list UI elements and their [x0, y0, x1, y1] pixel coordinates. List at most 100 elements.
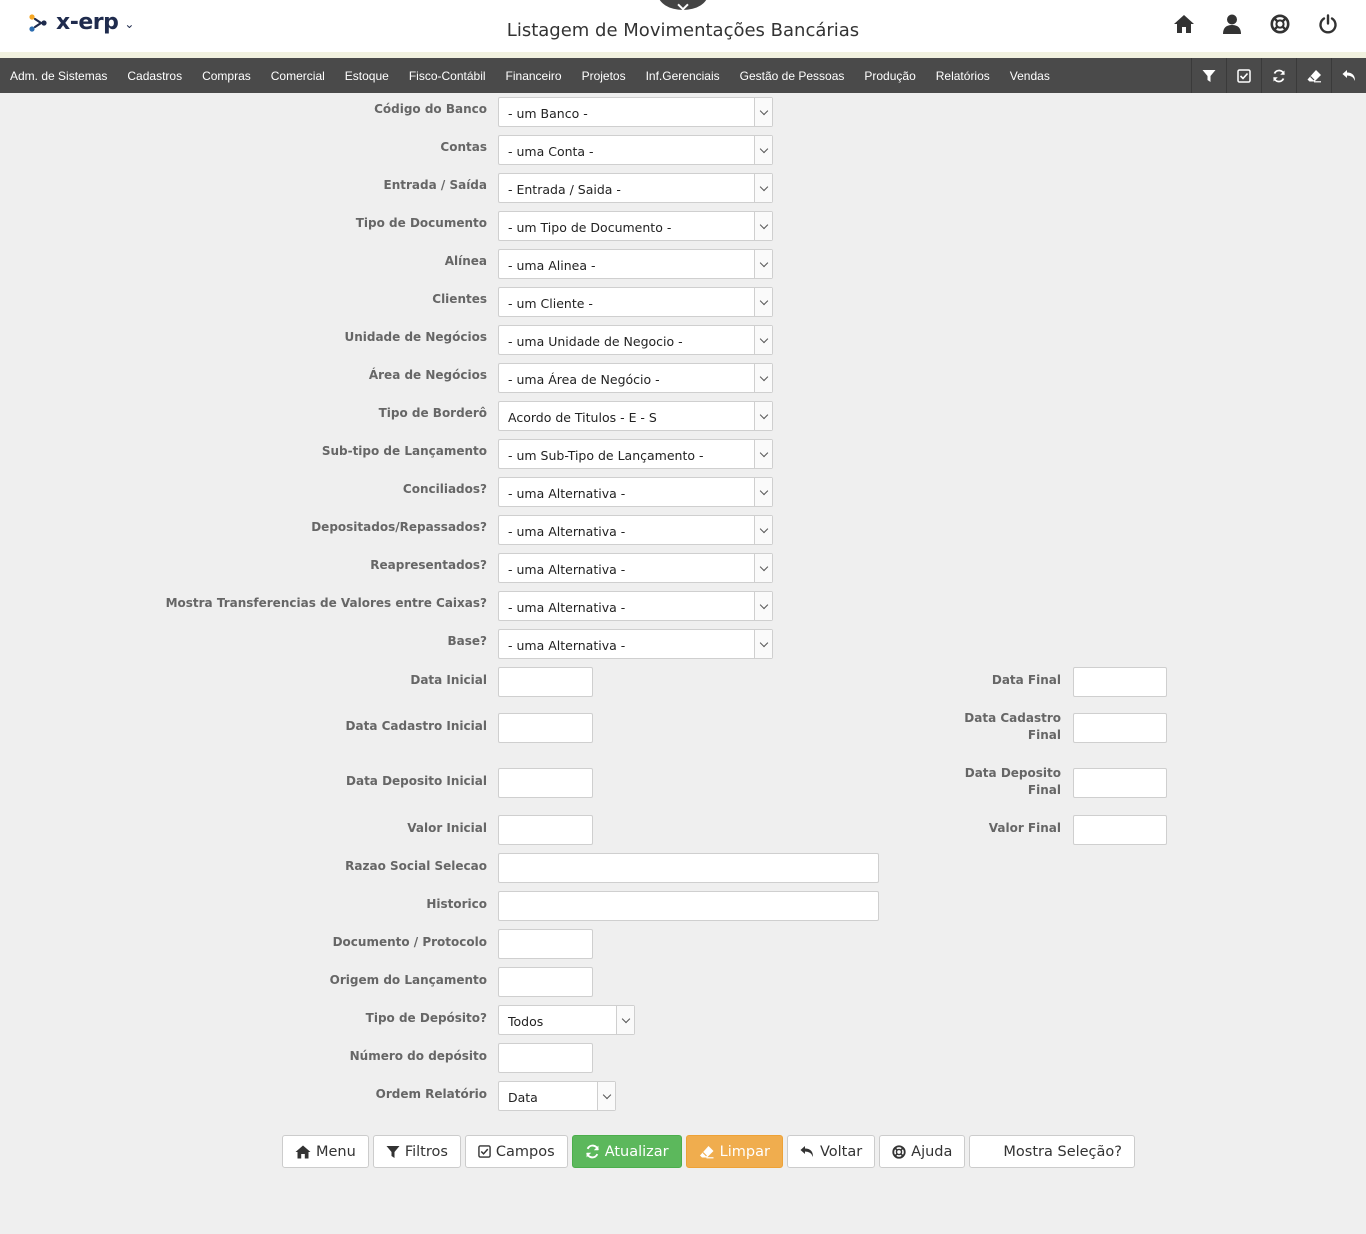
menu-item-producao[interactable]: Produção	[864, 69, 915, 83]
origem-input[interactable]	[498, 967, 593, 997]
atualizar-button[interactable]: Atualizar	[571, 1135, 682, 1168]
select-label: Tipo de Documento	[355, 216, 487, 230]
label-data-final: Data Final	[991, 673, 1061, 687]
select-row: Entrada / Saída - Entrada / Saida -	[0, 173, 1366, 205]
filter-select[interactable]: - uma Área de Negócio -	[498, 363, 773, 393]
menu-item-inf-gerenciais[interactable]: Inf.Gerenciais	[646, 69, 720, 83]
ordem-relatorio-select[interactable]: Data	[498, 1081, 616, 1111]
mostra-selecao-button[interactable]: Mostra Seleção?	[969, 1135, 1135, 1168]
filter-select[interactable]: - uma Unidade de Negocio -	[498, 325, 773, 355]
label-line: Final	[1027, 728, 1061, 742]
select-row: Mostra Transferencias de Valores entre C…	[0, 591, 1366, 623]
ajuda-button[interactable]: Ajuda	[879, 1135, 966, 1168]
select-value: Todos	[508, 1014, 544, 1029]
filter-select[interactable]: - um Sub-Tipo de Lançamento -	[498, 439, 773, 469]
select-label: Contas	[440, 140, 487, 154]
row-data-cadastro: Data Cadastro Inicial Data Cadastro Final	[0, 711, 1366, 745]
select-value: - um Banco -	[508, 106, 588, 121]
label-data-inicial: Data Inicial	[410, 673, 487, 687]
razao-social-input[interactable]	[498, 853, 879, 883]
select-value: - uma Alternativa -	[508, 524, 626, 539]
select-label: Sub-tipo de Lançamento	[321, 444, 487, 458]
chevron-down-icon	[616, 1006, 634, 1034]
historico-input[interactable]	[498, 891, 879, 921]
numero-deposito-input[interactable]	[498, 1043, 593, 1073]
filter-select[interactable]: Acordo de Titulos - E - S	[498, 401, 773, 431]
select-row: Conciliados? - uma Alternativa -	[0, 477, 1366, 509]
button-label: Campos	[495, 1143, 555, 1160]
select-row: Unidade de Negócios - uma Unidade de Nego…	[0, 325, 1366, 357]
select-row: Área de Negócios - uma Área de Negócio -	[0, 363, 1366, 395]
select-value: - uma Alternativa -	[508, 638, 626, 653]
data-deposito-inicial-input[interactable]	[498, 768, 593, 798]
checkbox-icon	[478, 1145, 491, 1158]
filter-select[interactable]: - uma Alternativa -	[498, 477, 773, 507]
chevron-down-icon	[754, 174, 772, 202]
menu-item-estoque[interactable]: Estoque	[345, 69, 389, 83]
button-label: Atualizar	[604, 1143, 669, 1160]
row-data-inicial: Data Inicial Data Final	[0, 667, 1366, 699]
select-label: Conciliados?	[402, 482, 487, 496]
button-label: Filtros	[404, 1143, 448, 1160]
chevron-down-icon	[754, 136, 772, 164]
user-icon[interactable]	[1220, 12, 1244, 36]
label-line: Data Cadastro	[964, 711, 1061, 725]
filter-select[interactable]: - uma Alternativa -	[498, 629, 773, 659]
label-numero-deposito: Número do depósito	[349, 1049, 487, 1063]
documento-input[interactable]	[498, 929, 593, 959]
label-historico: Historico	[426, 897, 487, 911]
menu-button[interactable]: Menu	[282, 1135, 369, 1168]
filter-select[interactable]: - um Banco -	[498, 97, 773, 127]
filter-select[interactable]: - uma Alternativa -	[498, 591, 773, 621]
refresh-icon[interactable]	[1261, 58, 1296, 93]
filter-select[interactable]: - uma Alinea -	[498, 249, 773, 279]
filter-select[interactable]: - uma Conta -	[498, 135, 773, 165]
filter-select[interactable]: - uma Alternativa -	[498, 553, 773, 583]
menu-item-vendas[interactable]: Vendas	[1010, 69, 1050, 83]
collapse-header-toggle[interactable]	[658, 0, 708, 10]
select-label: Código do Banco	[374, 102, 487, 116]
menu-item-comercial[interactable]: Comercial	[271, 69, 325, 83]
tipo-deposito-select[interactable]: Todos	[498, 1005, 635, 1035]
menu-item-gestao-pessoas[interactable]: Gestão de Pessoas	[740, 69, 845, 83]
data-cadastro-final-input[interactable]	[1073, 713, 1167, 743]
select-row: Base? - uma Alternativa -	[0, 629, 1366, 661]
menu-item-compras[interactable]: Compras	[202, 69, 251, 83]
help-lifebuoy-icon[interactable]	[1268, 12, 1292, 36]
menu-item-cadastros[interactable]: Cadastros	[127, 69, 182, 83]
power-icon[interactable]	[1316, 12, 1340, 36]
menu-item-adm-sistemas[interactable]: Adm. de Sistemas	[10, 69, 107, 83]
button-label: Menu	[316, 1143, 356, 1160]
filter-select[interactable]: - um Cliente -	[498, 287, 773, 317]
valor-final-input[interactable]	[1073, 815, 1167, 845]
filter-select[interactable]: - um Tipo de Documento -	[498, 211, 773, 241]
chevron-down-icon	[754, 364, 772, 392]
voltar-button[interactable]: Voltar	[786, 1135, 876, 1168]
home-icon	[295, 1145, 311, 1158]
menu-item-projetos[interactable]: Projetos	[582, 69, 626, 83]
filtros-button[interactable]: Filtros	[372, 1135, 461, 1168]
valor-inicial-input[interactable]	[498, 815, 593, 845]
app-header: x-erp ⌄ Listagem de Movimentações Bancár…	[0, 0, 1366, 52]
data-inicial-input[interactable]	[498, 667, 593, 697]
filter-select[interactable]: - uma Alternativa -	[498, 515, 773, 545]
menu-item-financeiro[interactable]: Financeiro	[506, 69, 562, 83]
menu-item-relatorios[interactable]: Relatórios	[936, 69, 990, 83]
select-value: - uma Área de Negócio -	[508, 372, 660, 387]
filter-select[interactable]: - Entrada / Saida -	[498, 173, 773, 203]
eraser-icon[interactable]	[1296, 58, 1331, 93]
undo-back-icon[interactable]	[1331, 58, 1366, 93]
filter-icon[interactable]	[1191, 58, 1226, 93]
data-cadastro-inicial-input[interactable]	[498, 713, 593, 743]
chevron-down-icon	[754, 250, 772, 278]
select-value: - uma Alternativa -	[508, 562, 626, 577]
campos-button[interactable]: Campos	[464, 1135, 568, 1168]
limpar-button[interactable]: Limpar	[685, 1135, 783, 1168]
data-final-input[interactable]	[1073, 667, 1167, 697]
home-icon[interactable]	[1172, 12, 1196, 36]
menu-item-fisco-contabil[interactable]: Fisco-Contábil	[409, 69, 486, 83]
checkbox-icon[interactable]	[1226, 58, 1261, 93]
select-value: - Entrada / Saida -	[508, 182, 621, 197]
eraser-icon	[699, 1145, 714, 1158]
data-deposito-final-input[interactable]	[1073, 768, 1167, 798]
